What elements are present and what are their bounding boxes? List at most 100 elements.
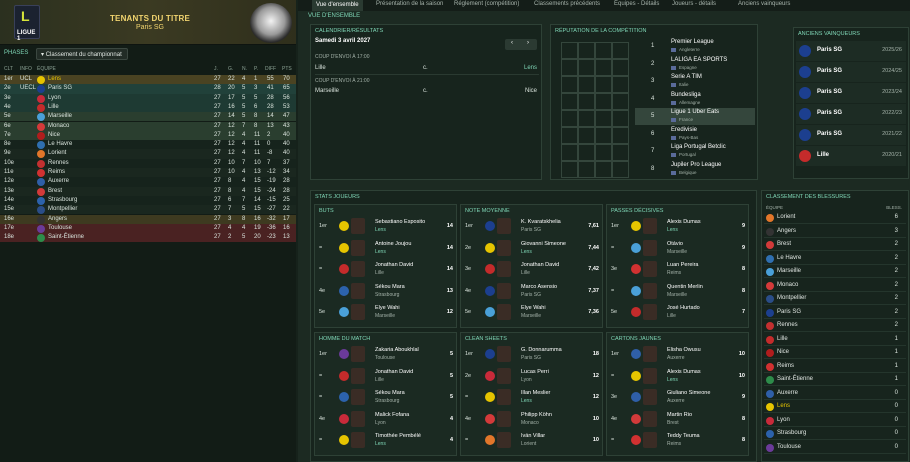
player-team[interactable]: Marseille <box>521 313 541 319</box>
reputation-row[interactable]: 2 LALIGA EA SPORTS Espagne <box>635 56 755 73</box>
stat-panel-title[interactable]: HOMME DU MATCH <box>319 336 370 342</box>
injury-row[interactable]: Nice 1 <box>764 347 906 359</box>
team-name[interactable]: Angers <box>48 215 67 224</box>
col-wins[interactable]: G. <box>228 66 233 72</box>
injury-team[interactable]: Nice <box>777 349 789 355</box>
stat-row[interactable]: 1er Elisha Owusu Auxerre 10 <box>609 346 748 366</box>
reputation-row[interactable]: 3 Serie A TIM Italie <box>635 73 755 90</box>
team-name[interactable]: Marseille <box>48 112 72 121</box>
player-team[interactable]: Lens <box>667 227 678 233</box>
team-name[interactable]: Toulouse <box>48 224 72 233</box>
stat-row[interactable]: 5e José Hurtado Lille 7 <box>609 304 748 324</box>
player-team[interactable]: Reims <box>667 270 681 276</box>
next-arrow-icon[interactable]: › <box>527 40 529 46</box>
winner-team[interactable]: Paris SG <box>817 89 842 95</box>
team-name[interactable]: Reims <box>48 168 65 177</box>
stat-row[interactable]: = Illan Meslier Lens 12 <box>463 389 602 409</box>
stat-row[interactable]: 2e Giovanni Simeone Lens 7,44 <box>463 239 602 260</box>
standings-row[interactable]: 10e Rennes 27 10 7 10 7 37 <box>0 158 296 168</box>
tab-overview[interactable]: Vue d'ensemble <box>312 0 363 11</box>
tab-players[interactable]: Joueurs - détails <box>672 1 716 7</box>
player-team[interactable]: Lens <box>375 441 386 447</box>
player-name[interactable]: Giovanni Simeone <box>521 241 566 247</box>
injury-team[interactable]: Angers <box>777 228 796 234</box>
col-losses[interactable]: P. <box>254 66 258 72</box>
league-name[interactable]: LALIGA EA SPORTS <box>671 57 727 63</box>
stat-panel-title[interactable]: CARTONS JAUNES <box>611 336 661 342</box>
injury-row[interactable]: Le Havre 2 <box>764 253 906 265</box>
stat-panel-title[interactable]: NOTE MOYENNE <box>465 208 510 214</box>
player-name[interactable]: Jonathan David <box>521 262 559 268</box>
reputation-row[interactable]: 6 Eredivisie Pays-Bas <box>635 126 755 143</box>
injury-team[interactable]: Saint-Étienne <box>777 376 813 382</box>
standings-row[interactable]: 18e Saint-Étienne 27 2 5 20 -23 13 <box>0 233 296 243</box>
injury-row[interactable]: Strasbourg 0 <box>764 428 906 440</box>
stat-row[interactable]: = Sékou Mara Strasbourg 5 <box>317 389 456 409</box>
player-team[interactable]: Lens <box>375 227 386 233</box>
stats-title[interactable]: STATS JOUEURS <box>315 194 360 200</box>
stat-row[interactable]: 4e Marco Asensio Paris SG 7,37 <box>463 282 602 303</box>
player-team[interactable]: Lille <box>667 313 676 319</box>
standings-row[interactable]: 11e Reims 27 10 4 13 -12 34 <box>0 168 296 178</box>
stat-row[interactable]: = Antoine Joujou Lens 14 <box>317 239 456 260</box>
team-name[interactable]: Le Havre <box>48 140 72 149</box>
player-name[interactable]: Alexis Dumas <box>667 219 701 225</box>
stat-row[interactable]: 4e Malick Fofana Lyon 4 <box>317 410 456 431</box>
stat-row[interactable]: = Jonathan David Lille 5 <box>317 367 456 388</box>
standings-row[interactable]: 2e UECL Paris SG 28 20 5 3 41 65 <box>0 84 296 94</box>
injury-row[interactable]: Angers 3 <box>764 226 906 238</box>
injury-row[interactable]: Paris SG 2 <box>764 307 906 319</box>
standings-row[interactable]: 6e Monaco 27 12 7 8 13 43 <box>0 121 296 131</box>
player-name[interactable]: Jonathan David <box>375 262 413 268</box>
player-team[interactable]: Lille <box>375 377 384 383</box>
player-name[interactable]: Teddy Teuma <box>667 433 700 439</box>
standings-row[interactable]: 1er UCL Lens 27 22 4 1 55 70 <box>0 75 296 85</box>
standings-row[interactable]: 17e Toulouse 27 4 4 19 -36 16 <box>0 223 296 234</box>
winners-title[interactable]: ANCIENS VAINQUEURS <box>798 31 860 37</box>
player-name[interactable]: Quentin Merlin <box>667 284 703 290</box>
injury-row[interactable]: Reims 1 <box>764 361 906 373</box>
injury-team[interactable]: Toulouse <box>777 444 801 450</box>
col-clt[interactable]: CLT <box>4 66 13 72</box>
league-name[interactable]: Ligue 1 Uber Eats <box>671 109 719 115</box>
player-name[interactable]: Sékou Mara <box>375 390 405 396</box>
standings-row[interactable]: 7e Nice 27 12 4 11 2 40 <box>0 130 296 141</box>
stat-row[interactable]: 3e Luan Pereira Reims 8 <box>609 261 748 281</box>
team-name[interactable]: Montpellier <box>48 205 77 214</box>
injury-team[interactable]: Strasbourg <box>777 430 806 436</box>
tab-teams[interactable]: Équipes - Détails <box>614 1 659 7</box>
league-name[interactable]: Liga Portugal Betclic <box>671 144 726 150</box>
stat-row[interactable]: 4e Sékou Mara Strasbourg 13 <box>317 282 456 303</box>
player-name[interactable]: Elisha Owusu <box>667 347 701 353</box>
player-team[interactable]: Lens <box>667 377 678 383</box>
standings-row[interactable]: 12e Auxerre 27 8 4 15 -19 28 <box>0 177 296 187</box>
player-team[interactable]: Lille <box>521 270 530 276</box>
team-name[interactable]: Strasbourg <box>48 196 77 205</box>
league-name[interactable]: Serie A TIM <box>671 74 702 80</box>
player-name[interactable]: José Hurtado <box>667 305 700 311</box>
team-name[interactable]: Brest <box>48 187 62 196</box>
player-name[interactable]: Malick Fofana <box>375 412 409 418</box>
standings-row[interactable]: 3e Lyon 27 17 5 5 28 56 <box>0 93 296 103</box>
team-name[interactable]: Paris SG <box>48 84 72 93</box>
tab-rules[interactable]: Réglement (compétition) <box>454 1 519 7</box>
injury-team[interactable]: Paris SG <box>777 309 801 315</box>
league-name[interactable]: Jupiler Pro League <box>671 162 721 168</box>
injury-team[interactable]: Lens <box>777 403 790 409</box>
reputation-row[interactable]: 8 Jupiler Pro League Belgique <box>635 161 755 178</box>
winner-team[interactable]: Paris SG <box>817 68 842 74</box>
winner-row[interactable]: Paris SG 2023/24 <box>796 83 906 103</box>
stat-row[interactable]: = Otávio Marseille 9 <box>609 239 748 260</box>
injury-row[interactable]: Lorient 6 <box>764 212 906 224</box>
player-team[interactable]: Reims <box>667 441 681 447</box>
injury-team[interactable]: Lorient <box>777 214 795 220</box>
winner-row[interactable]: Paris SG 2024/25 <box>796 62 906 82</box>
injury-team[interactable]: Auxerre <box>777 390 798 396</box>
player-name[interactable]: G. Donnarumma <box>521 347 562 353</box>
col-pts[interactable]: PTS <box>282 66 292 72</box>
player-name[interactable]: Antoine Joujou <box>375 241 411 247</box>
stat-row[interactable]: = Alexis Dumas Lens 10 <box>609 367 748 388</box>
standings-row[interactable]: 14e Strasbourg 27 6 7 14 -15 25 <box>0 195 296 206</box>
player-name[interactable]: Philipp Köhn <box>521 412 552 418</box>
winner-team[interactable]: Lille <box>817 152 829 158</box>
